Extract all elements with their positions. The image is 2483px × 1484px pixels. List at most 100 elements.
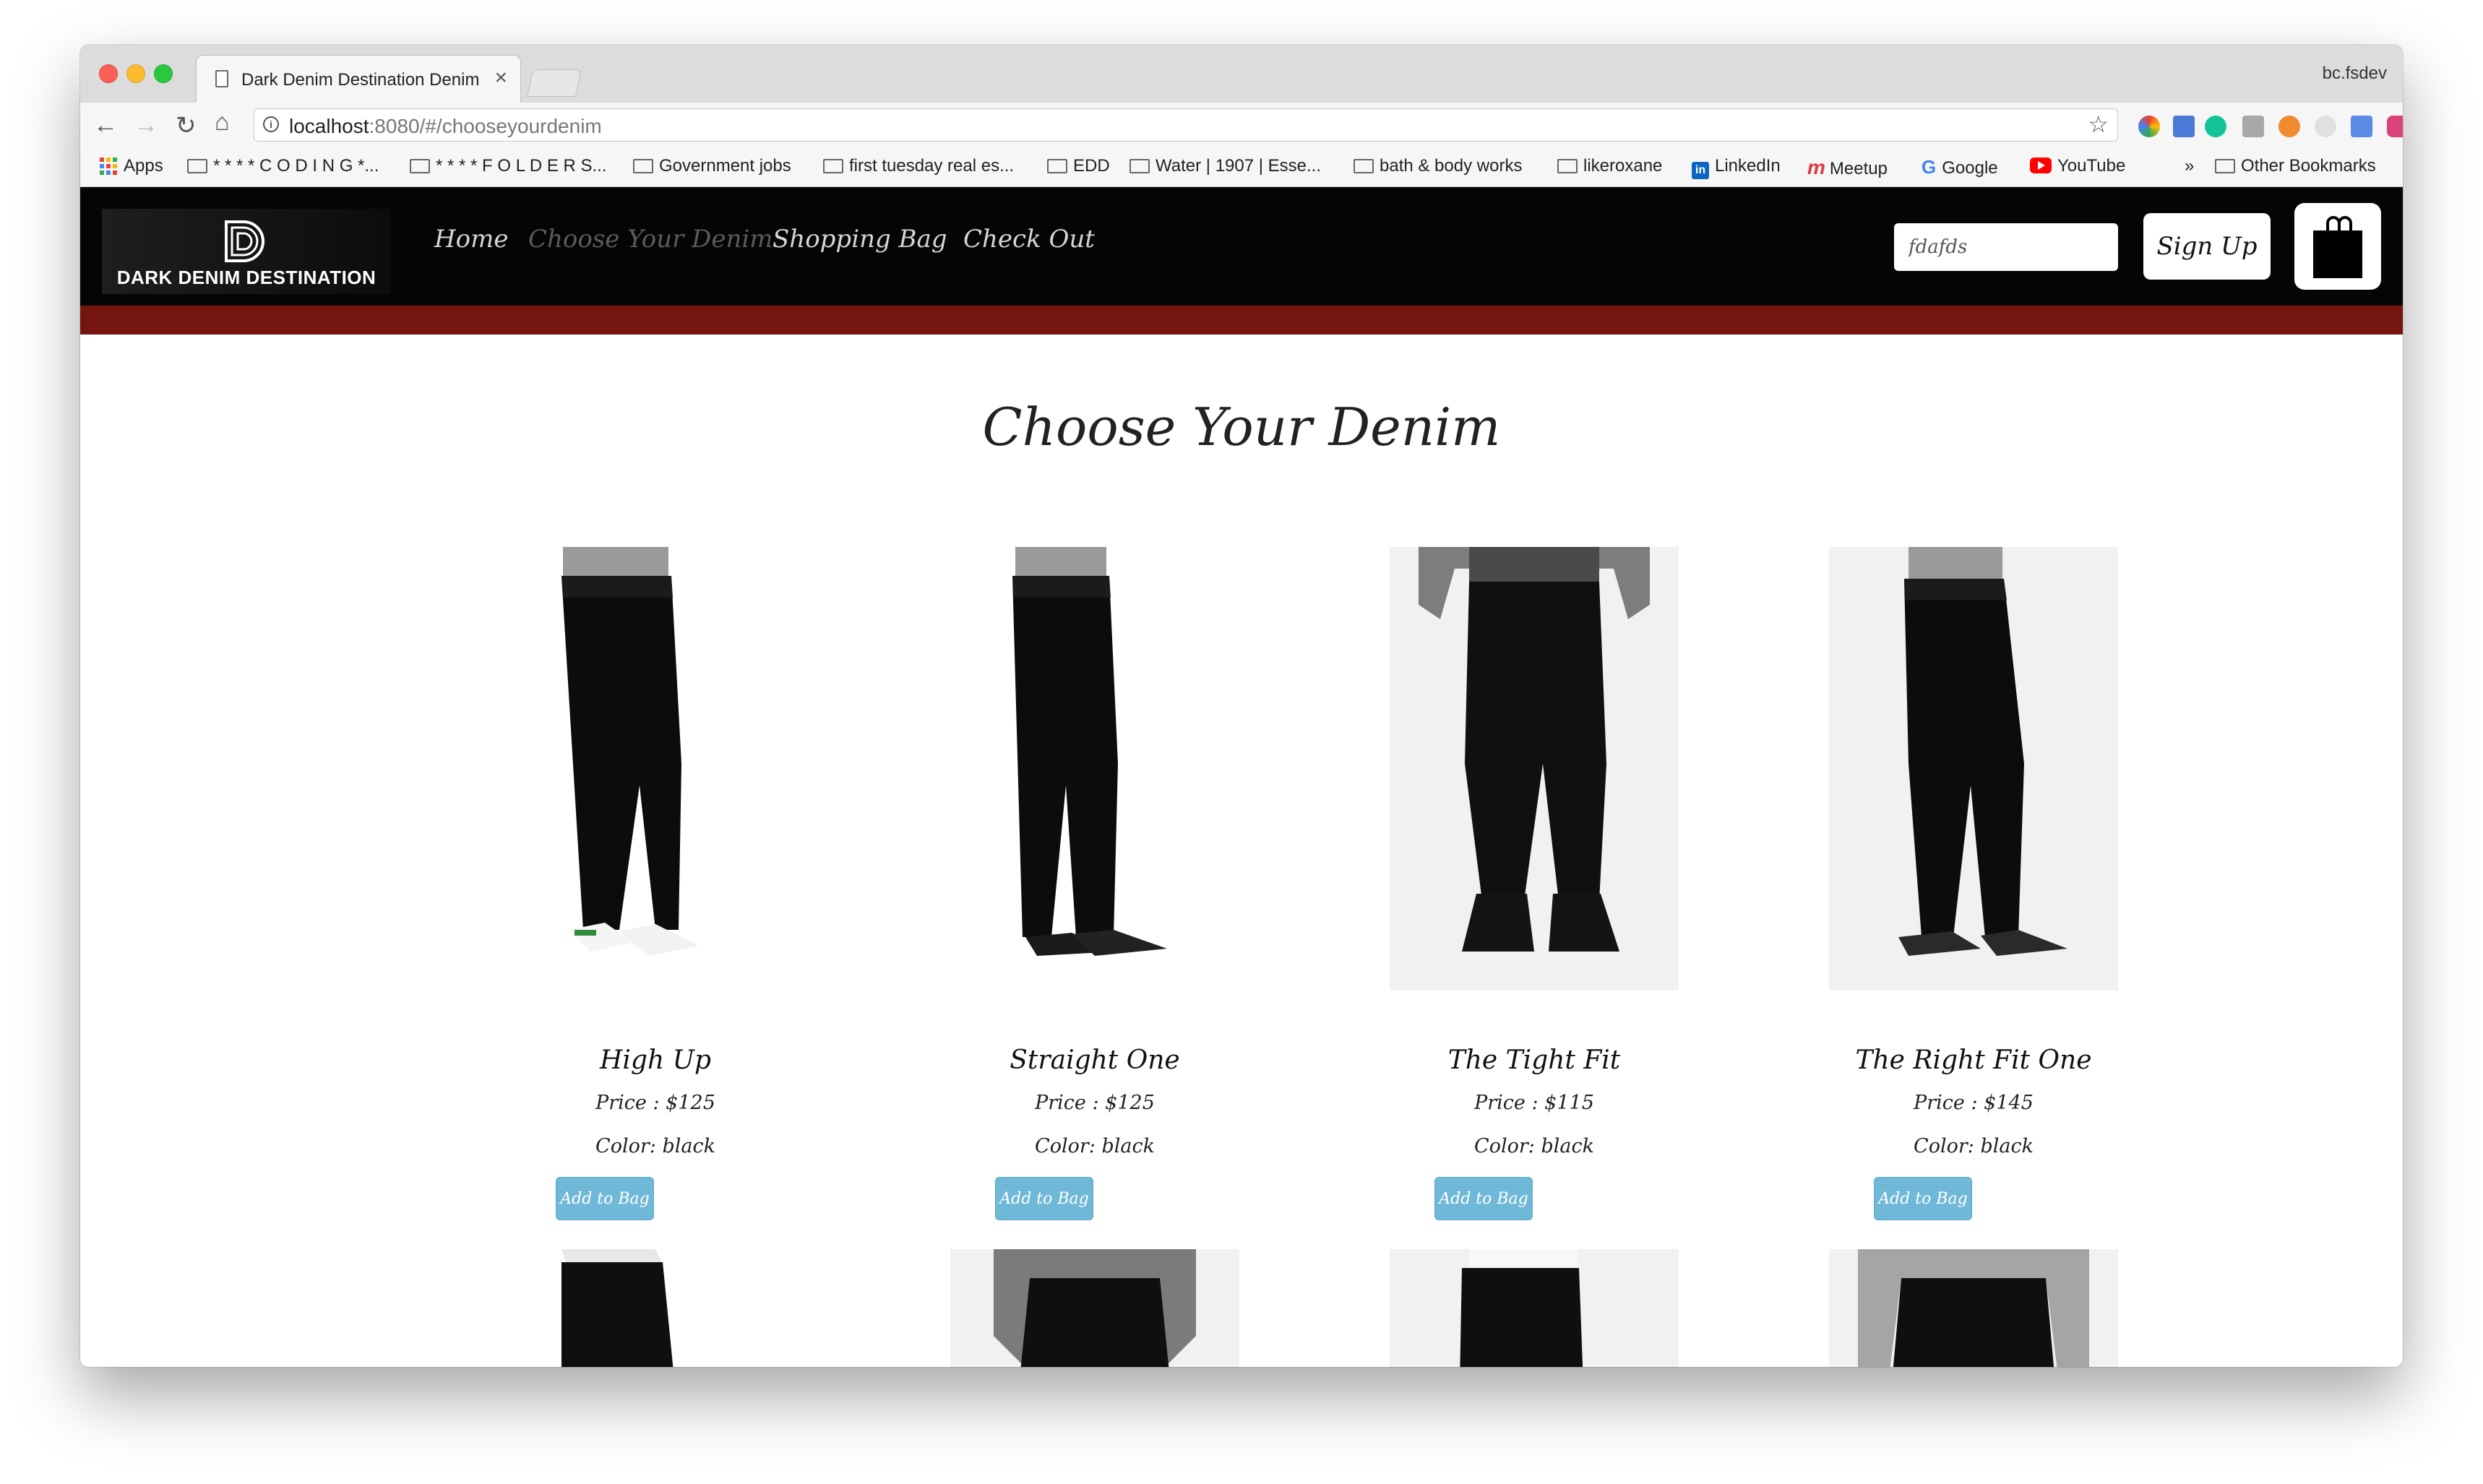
bookmarks-overflow-button[interactable]: » [2185, 156, 2194, 176]
folder-icon [187, 159, 207, 173]
close-tab-icon[interactable]: × [494, 66, 507, 90]
bookmark-meetup[interactable]: m Meetup [1807, 156, 1888, 179]
home-icon[interactable]: ⌂ [215, 108, 230, 137]
bookmark-government-jobs[interactable]: Government jobs [633, 156, 791, 176]
browser-window: Dark Denim Destination Denim × bc.fsdev … [80, 45, 2403, 1367]
bookmark-folders[interactable]: * * * * F O L D E R S... [410, 156, 607, 176]
dropper-extension-icon[interactable] [2173, 116, 2195, 137]
linkedin-icon: in [1692, 162, 1709, 179]
shopping-bag-button[interactable] [2294, 203, 2381, 290]
folder-icon [1129, 159, 1150, 173]
logo-text: DARK DENIM DESTINATION [116, 267, 376, 288]
product-price: Price : $145 [1914, 1092, 2034, 1114]
folder-icon [410, 159, 430, 173]
folder-icon [1354, 159, 1374, 173]
reload-icon[interactable]: ↻ [176, 111, 197, 140]
bookmark-label: Water | 1907 | Esse... [1156, 156, 1322, 176]
nav-shopping-bag[interactable]: Shopping Bag [773, 225, 947, 254]
address-bar[interactable]: i localhost:8080/#/chooseyourdenim ☆ [254, 108, 2118, 142]
close-window-button[interactable] [99, 64, 118, 83]
bookmark-edd[interactable]: EDD [1047, 156, 1110, 176]
site-logo[interactable]: DARK DENIM DESTINATION [102, 209, 391, 294]
nav-check-out[interactable]: Check Out [963, 225, 1095, 254]
grammarly-extension-icon[interactable] [2205, 116, 2226, 137]
json-extension-icon[interactable] [2315, 116, 2336, 137]
bookmark-label: * * * * F O L D E R S... [436, 156, 607, 176]
tab-title: Dark Denim Destination Denim [241, 70, 480, 90]
product-image[interactable] [1829, 1249, 2118, 1367]
add-to-bag-button[interactable]: Add to Bag [995, 1177, 1093, 1220]
new-tab-button[interactable] [526, 69, 582, 97]
puzzle-extension-icon[interactable] [2242, 116, 2264, 137]
bookmark-water[interactable]: Water | 1907 | Esse... [1129, 156, 1321, 176]
add-to-bag-button[interactable]: Add to Bag [1434, 1177, 1533, 1220]
browser-tab[interactable]: Dark Denim Destination Denim × [196, 55, 521, 103]
bookmark-youtube[interactable]: YouTube [2030, 156, 2125, 176]
bookmark-label: Google [1942, 158, 1998, 178]
product-name: High Up [600, 1045, 711, 1075]
translate-extension-icon[interactable] [2351, 116, 2372, 137]
folder-icon [823, 159, 843, 173]
product-color: Color: black [1914, 1135, 2034, 1157]
logo-d-icon [225, 220, 264, 262]
bookmark-likeroxane[interactable]: likeroxane [1557, 156, 1662, 176]
add-to-bag-button[interactable]: Add to Bag [1874, 1177, 1972, 1220]
meetup-icon: m [1807, 156, 1825, 178]
product-image[interactable] [511, 1249, 800, 1367]
product-name: The Tight Fit [1447, 1045, 1621, 1075]
accent-bar [80, 306, 2403, 335]
zoom-window-button[interactable] [154, 64, 173, 83]
minimize-window-button[interactable] [126, 64, 145, 83]
bookmark-label: Meetup [1829, 159, 1888, 178]
google-icon: G [1922, 156, 1937, 178]
nav-choose-your-denim[interactable]: Choose Your Denim [528, 225, 773, 254]
bookmark-label: bath & body works [1380, 156, 1523, 176]
info-icon[interactable]: i [263, 116, 279, 132]
instagram-extension-icon[interactable] [2387, 116, 2403, 137]
bookmark-label: likeroxane [1583, 156, 1663, 176]
bookmark-bath-body-works[interactable]: bath & body works [1354, 156, 1522, 176]
product-image[interactable] [511, 547, 800, 991]
shopping-bag-icon [2313, 216, 2362, 278]
other-bookmarks[interactable]: Other Bookmarks [2215, 156, 2376, 176]
product-color: Color: black [595, 1135, 715, 1157]
profile-name[interactable]: bc.fsdev [2323, 64, 2387, 84]
page-content: DARK DENIM DESTINATION Home Choose Your … [80, 187, 2403, 1367]
product-image[interactable] [1829, 547, 2118, 991]
bookmark-label: YouTube [2057, 156, 2126, 176]
back-arrow-icon[interactable]: ← [93, 111, 118, 139]
folder-icon [1047, 159, 1067, 173]
color-picker-extension-icon[interactable] [2138, 116, 2160, 137]
bookmark-label: first tuesday real es... [849, 156, 1015, 176]
url-text[interactable]: localhost:8080/#/chooseyourdenim [289, 115, 602, 138]
sign-up-button[interactable]: Sign Up [2143, 213, 2271, 280]
bookmark-first-tuesday[interactable]: first tuesday real es... [823, 156, 1014, 176]
bookmark-apps[interactable]: Apps [99, 156, 163, 176]
youtube-icon [2030, 158, 2052, 173]
search-input[interactable] [1894, 223, 2118, 271]
bookmark-label: Government jobs [659, 156, 791, 176]
bookmark-coding[interactable]: * * * * C O D I N G *... [187, 156, 379, 176]
bookmark-linkedin[interactable]: in LinkedIn [1692, 156, 1781, 179]
product-image[interactable] [1390, 547, 1679, 991]
product-image[interactable] [1390, 1249, 1679, 1367]
nav-home[interactable]: Home [434, 225, 508, 254]
folder-icon [1557, 159, 1578, 173]
product-color: Color: black [1035, 1135, 1155, 1157]
orange-extension-icon[interactable] [2278, 116, 2300, 137]
product-price: Price : $125 [1035, 1092, 1155, 1114]
bookmark-label: * * * * C O D I N G *... [213, 156, 379, 176]
product-price: Price : $115 [1474, 1092, 1594, 1114]
product-color: Color: black [1474, 1135, 1594, 1157]
bookmark-star-icon[interactable]: ☆ [2088, 111, 2109, 138]
title-bar: Dark Denim Destination Denim × bc.fsdev [80, 45, 2403, 103]
bookmark-google[interactable]: G Google [1922, 156, 1998, 178]
product-image[interactable] [950, 1249, 1239, 1367]
product-image[interactable] [950, 547, 1239, 991]
page-title: Choose Your Denim [982, 397, 1501, 457]
forward-arrow-icon[interactable]: → [134, 111, 158, 139]
add-to-bag-button[interactable]: Add to Bag [556, 1177, 654, 1220]
bookmarks-bar: Apps * * * * C O D I N G *... * * * * F … [80, 147, 2403, 187]
product-name: The Right Fit One [1855, 1045, 2092, 1075]
apps-icon [100, 158, 117, 175]
